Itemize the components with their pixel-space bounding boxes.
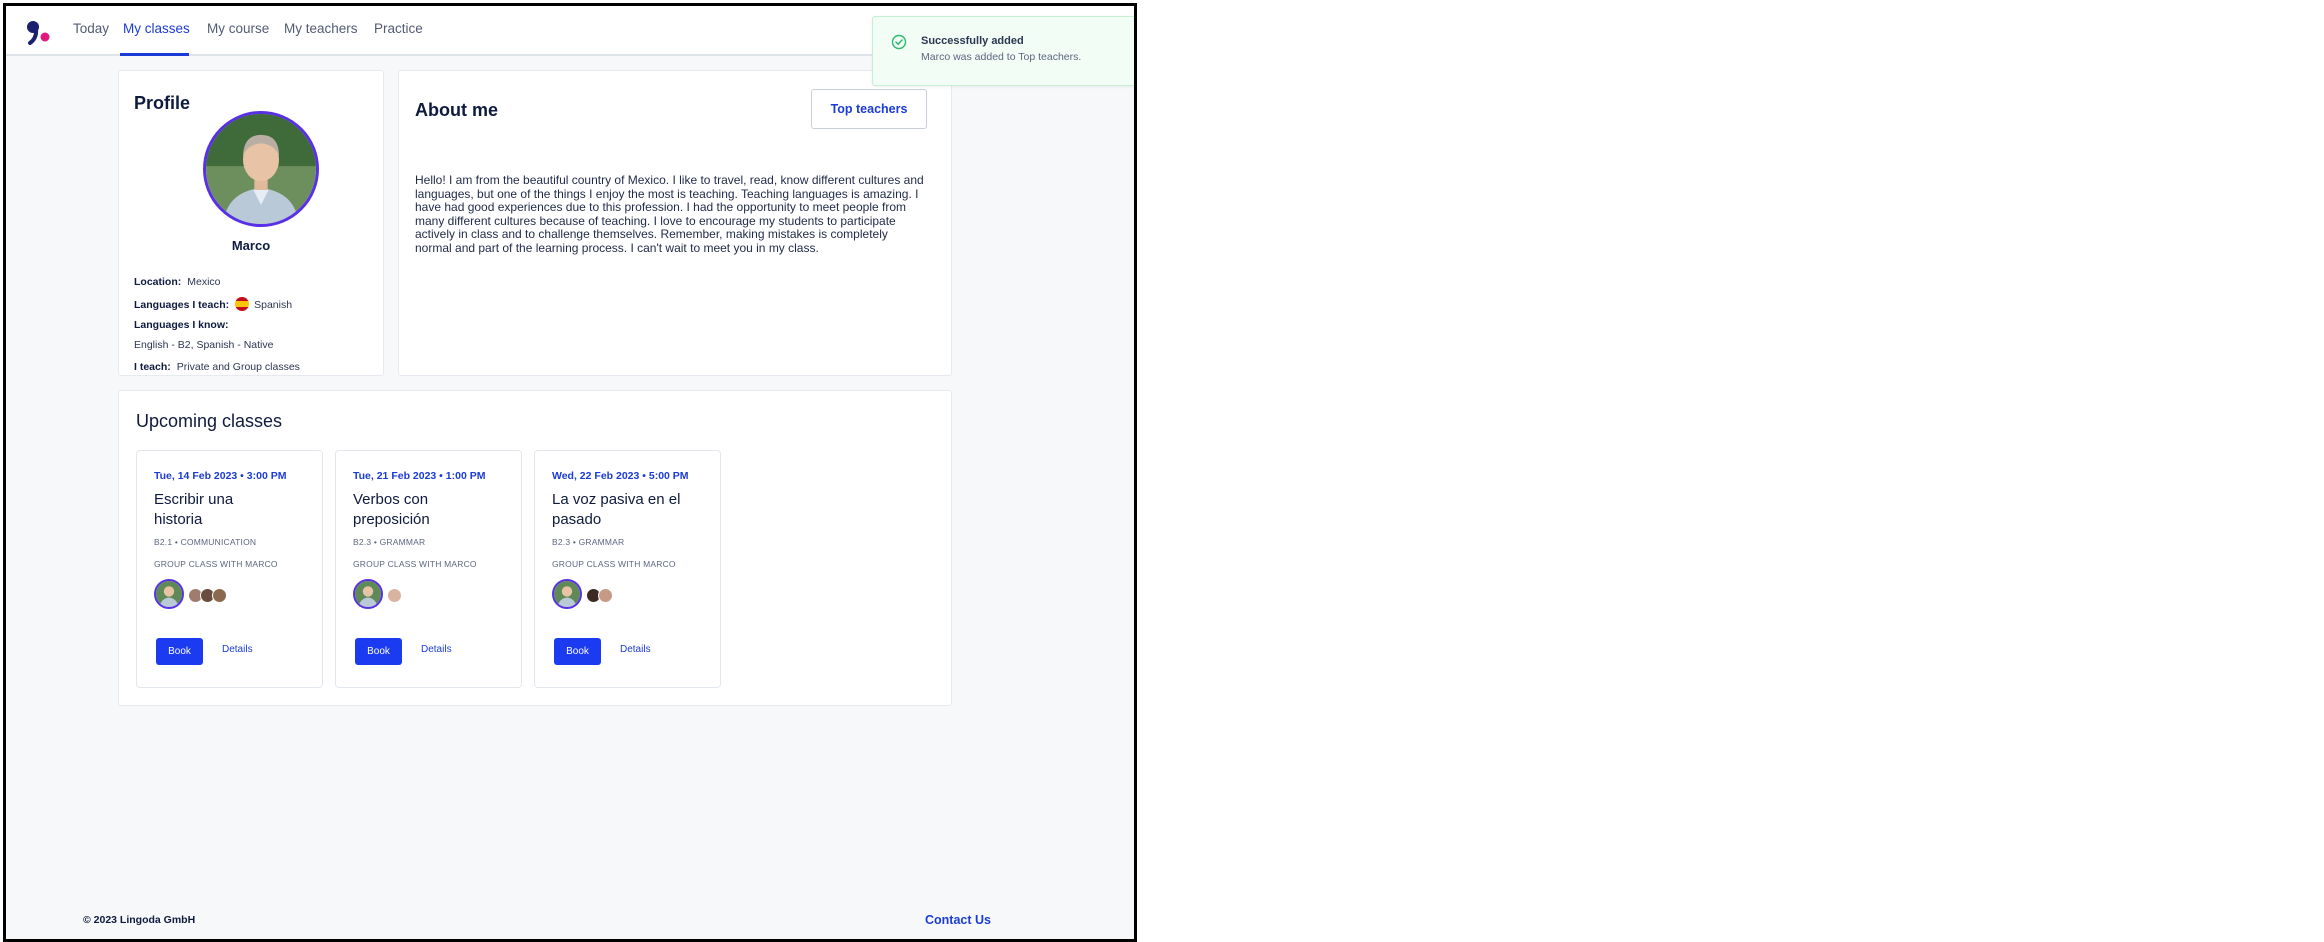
class-card[interactable]: Wed, 22 Feb 2023 • 5:00 PM La voz pasiva… <box>534 450 721 688</box>
upcoming-classes-card: Upcoming classes Tue, 14 Feb 2023 • 3:00… <box>118 390 952 706</box>
class-host: GROUP CLASS WITH MARCO <box>154 559 278 569</box>
attendee-avatar <box>387 588 402 603</box>
iteach-label: I teach: <box>134 361 171 373</box>
teacher-avatar <box>203 111 319 227</box>
knows-label: Languages I know: <box>134 319 229 331</box>
toast-message: Marco was added to Top teachers. <box>921 51 1082 63</box>
class-title: La voz pasiva en el pasado <box>552 491 681 528</box>
teaches-row: Languages I teach: Spanish <box>134 297 292 311</box>
spain-flag-icon <box>235 297 250 311</box>
details-link[interactable]: Details <box>222 644 253 655</box>
iteach-value: Private and Group classes <box>176 361 300 373</box>
upcoming-heading: Upcoming classes <box>136 411 283 431</box>
footer-copyright: © 2023 Lingoda GmbH <box>83 914 196 926</box>
success-toast: Successfully added Marco was added to To… <box>872 16 1134 86</box>
knows-value: English - B2, Spanish - Native <box>134 339 274 351</box>
book-button[interactable]: Book <box>156 638 203 665</box>
app-window: Today My classes My course My teachers P… <box>3 3 1137 942</box>
teacher-photo-icon <box>206 114 316 224</box>
teaches-value: Spanish <box>254 299 293 311</box>
profile-card: Profile Marco Location: Mexico Languages … <box>118 70 384 376</box>
nav-my-course[interactable]: My course <box>207 21 269 36</box>
lingoda-logo-icon[interactable] <box>24 19 52 45</box>
details-link[interactable]: Details <box>620 644 651 655</box>
location-label: Location: <box>134 276 182 288</box>
knows-row: Languages I know: <box>134 319 235 331</box>
nav-my-classes[interactable]: My classes <box>123 21 190 36</box>
nav-my-teachers[interactable]: My teachers <box>284 21 358 36</box>
class-host: GROUP CLASS WITH MARCO <box>552 559 676 569</box>
details-link[interactable]: Details <box>421 644 452 655</box>
about-text: Hello! I am from the beautiful country o… <box>415 173 924 255</box>
attendee-avatar <box>212 588 227 603</box>
attendee-avatar <box>598 588 613 603</box>
location-row: Location: Mexico <box>134 276 221 288</box>
teacher-mini-avatar <box>552 579 582 609</box>
profile-heading: Profile <box>134 93 191 113</box>
contact-us-link[interactable]: Contact Us <box>925 913 991 927</box>
top-teachers-button[interactable]: Top teachers <box>811 89 927 129</box>
class-level: B2.3 • GRAMMAR <box>353 537 426 547</box>
location-value: Mexico <box>187 276 221 288</box>
class-date: Tue, 14 Feb 2023 • 3:00 PM <box>154 470 287 482</box>
check-circle-icon <box>891 34 907 50</box>
iteach-row: I teach: Private and Group classes <box>134 361 300 373</box>
class-card[interactable]: Tue, 14 Feb 2023 • 3:00 PM Escribir una … <box>136 450 323 688</box>
teacher-name: Marco <box>231 238 271 253</box>
class-title: Verbos con preposición <box>353 491 430 528</box>
teacher-mini-avatar <box>154 579 184 609</box>
class-date: Wed, 22 Feb 2023 • 5:00 PM <box>552 470 689 482</box>
about-heading: About me <box>415 100 498 120</box>
class-date: Tue, 21 Feb 2023 • 1:00 PM <box>353 470 486 482</box>
class-level: B2.1 • COMMUNICATION <box>154 537 257 547</box>
class-title: Escribir una historia <box>154 491 234 528</box>
class-level: B2.3 • GRAMMAR <box>552 537 625 547</box>
active-tab-indicator <box>120 53 189 56</box>
book-button[interactable]: Book <box>554 638 601 665</box>
teaches-label: Languages I teach: <box>134 299 230 311</box>
teacher-mini-avatar <box>353 579 383 609</box>
about-card: About me Top teachers Hello! I am from t… <box>398 70 952 376</box>
class-card[interactable]: Tue, 21 Feb 2023 • 1:00 PM Verbos con pr… <box>335 450 522 688</box>
toast-title: Successfully added <box>921 35 1024 47</box>
nav-practice[interactable]: Practice <box>374 21 423 36</box>
nav-today[interactable]: Today <box>73 21 109 36</box>
book-button[interactable]: Book <box>355 638 402 665</box>
class-host: GROUP CLASS WITH MARCO <box>353 559 477 569</box>
